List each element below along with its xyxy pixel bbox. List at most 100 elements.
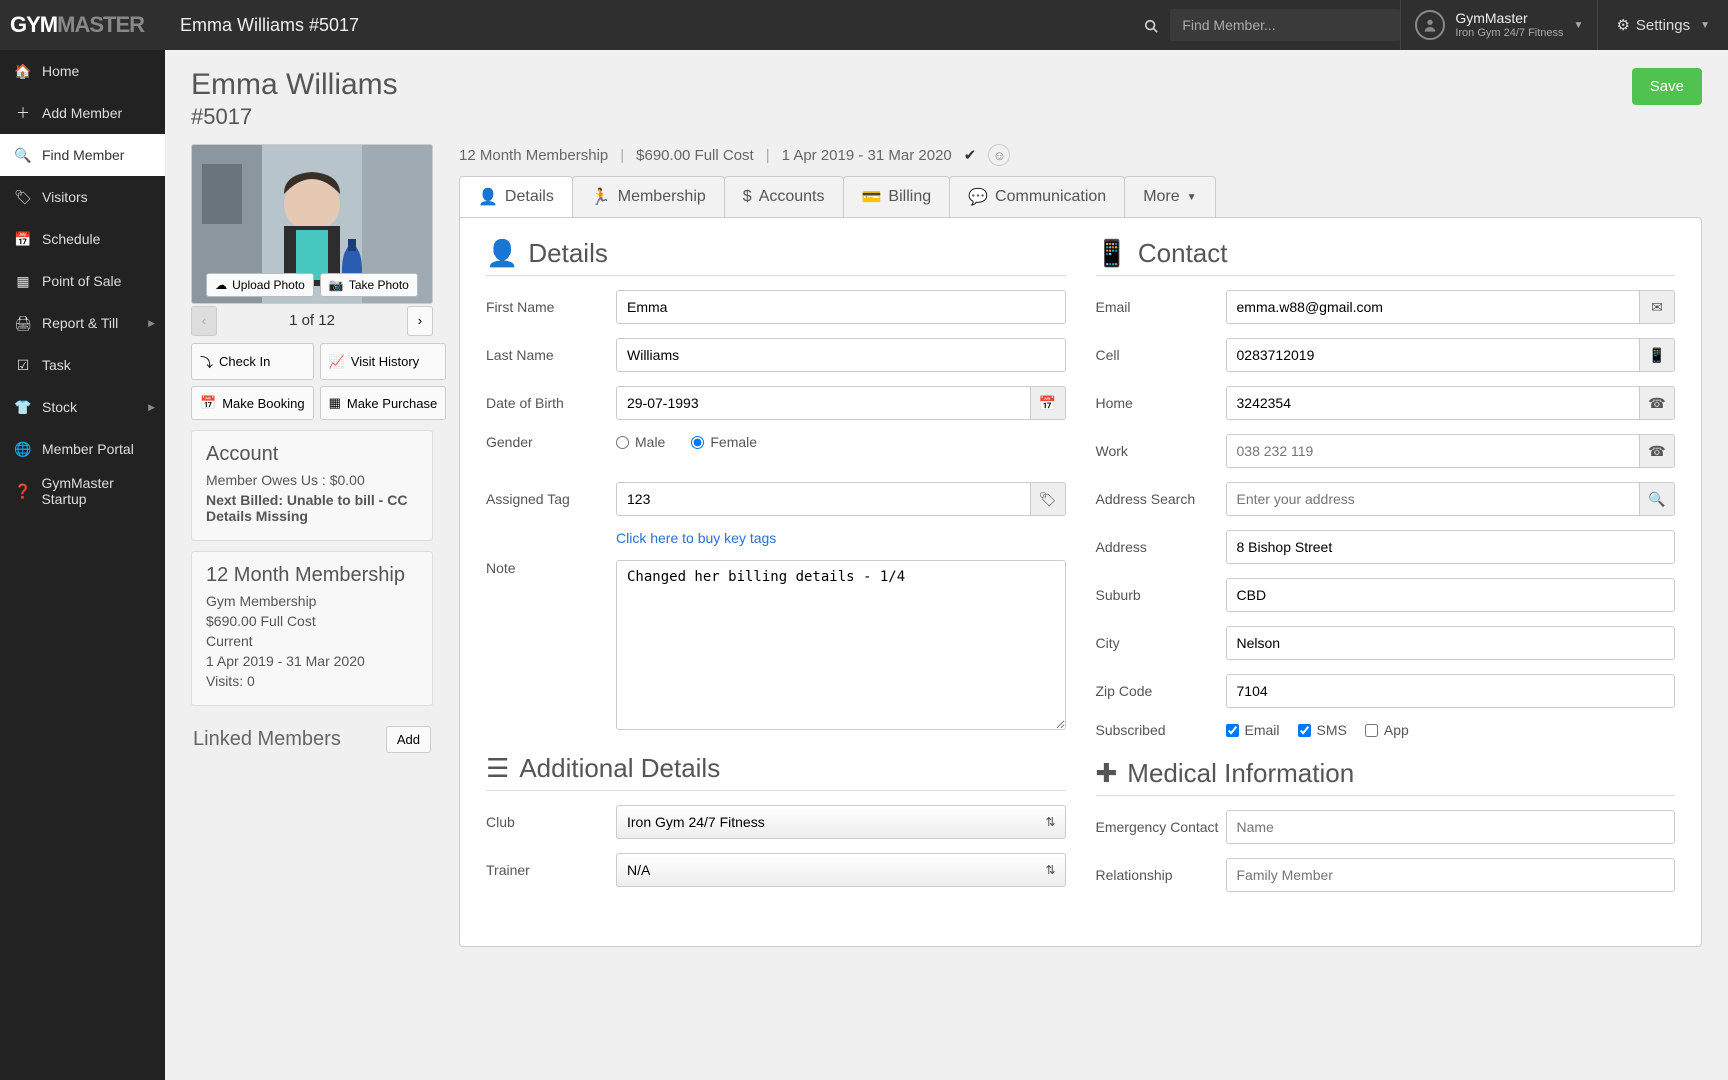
run-icon: 🏃 [591, 187, 611, 207]
envelope-icon[interactable]: ✉ [1640, 290, 1675, 324]
tab-more[interactable]: More ▼ [1124, 176, 1215, 217]
nav-schedule[interactable]: 📅Schedule [0, 218, 165, 260]
shirt-icon: 👕 [14, 399, 32, 416]
device-icon: 📱 [1096, 238, 1128, 269]
nav-report-till[interactable]: 🖨Report & Till▶ [0, 302, 165, 344]
nav-pos[interactable]: ▦Point of Sale [0, 260, 165, 302]
chevron-down-icon: ▼ [1187, 192, 1197, 203]
emoji-button[interactable]: ☺ [988, 144, 1010, 166]
upload-photo-button[interactable]: ☁Upload Photo [206, 273, 314, 297]
user-menu[interactable]: GymMaster Iron Gym 24/7 Fitness ▼ [1400, 0, 1597, 50]
mobile-icon[interactable]: 📱 [1640, 338, 1675, 372]
calendar-icon[interactable]: 📅 [1031, 386, 1066, 420]
buy-key-tags-link[interactable]: Click here to buy key tags [616, 530, 776, 546]
photo-prev-button[interactable]: ‹ [191, 306, 217, 336]
enter-icon: ⤵ [200, 352, 213, 371]
tag-icon: 🏷 [14, 189, 32, 206]
visit-history-button[interactable]: 📈Visit History [320, 343, 447, 380]
nav-find-member[interactable]: 🔍Find Member [0, 134, 165, 176]
avatar-icon [1415, 10, 1445, 40]
zip-field[interactable] [1226, 674, 1676, 708]
city-field[interactable] [1226, 626, 1676, 660]
calendar-icon: 📅 [200, 395, 216, 411]
member-number: #5017 [191, 104, 398, 130]
nav-visitors[interactable]: 🏷Visitors [0, 176, 165, 218]
user-name: GymMaster [1455, 10, 1563, 27]
search-icon: 🔍 [14, 147, 32, 164]
subscribed-sms-checkbox[interactable]: SMS [1298, 722, 1347, 738]
make-booking-button[interactable]: 📅Make Booking [191, 386, 314, 420]
app-logo: GYMMASTER [0, 0, 165, 50]
home-phone-field[interactable] [1226, 386, 1641, 420]
membership-summary: 12 Month Membership| $690.00 Full Cost| … [459, 144, 1702, 166]
suburb-field[interactable] [1226, 578, 1676, 612]
nav-home[interactable]: 🏠Home [0, 50, 165, 92]
address-field[interactable] [1226, 530, 1676, 564]
settings-menu[interactable]: ⚙ Settings ▼ [1597, 0, 1728, 50]
relationship-field[interactable] [1226, 858, 1676, 892]
tab-details[interactable]: 👤Details [459, 176, 573, 217]
globe-icon: 🌐 [14, 441, 32, 458]
address-search-field[interactable] [1226, 482, 1641, 516]
tab-accounts[interactable]: $Accounts [724, 176, 844, 217]
grid-icon: ▦ [14, 273, 32, 290]
tab-billing[interactable]: 💳Billing [843, 176, 951, 217]
chevron-down-icon: ▼ [1700, 20, 1710, 31]
make-purchase-button[interactable]: ▦Make Purchase [320, 386, 447, 420]
save-button[interactable]: Save [1632, 68, 1702, 105]
chat-icon: 💬 [968, 187, 988, 207]
tab-membership[interactable]: 🏃Membership [572, 176, 725, 217]
page-title: Emma Williams #5017 [165, 15, 359, 36]
chevron-right-icon: ▶ [148, 402, 155, 413]
search-icon[interactable] [1132, 17, 1170, 33]
check-icon: ✔ [964, 146, 977, 164]
tab-communication[interactable]: 💬Communication [949, 176, 1125, 217]
card-icon: 💳 [862, 187, 882, 207]
search-input[interactable] [1170, 9, 1400, 41]
first-name-field[interactable] [616, 290, 1066, 324]
member-photo: ☁Upload Photo 📷Take Photo [191, 144, 433, 304]
phone-icon[interactable]: ☎ [1640, 434, 1675, 468]
account-card[interactable]: Account Member Owes Us : $0.00 Next Bill… [191, 430, 433, 541]
check-in-button[interactable]: ⤵Check In [191, 343, 314, 380]
subscribed-email-checkbox[interactable]: Email [1226, 722, 1280, 738]
dollar-icon: $ [743, 188, 752, 206]
membership-card[interactable]: 12 Month Membership Gym Membership $690.… [191, 551, 433, 706]
photo-pager: 1 of 12 [289, 312, 335, 329]
subscribed-app-checkbox[interactable]: App [1365, 722, 1409, 738]
assigned-tag-field[interactable] [616, 482, 1031, 516]
take-photo-button[interactable]: 📷Take Photo [320, 273, 418, 297]
gender-male-radio[interactable]: Male [616, 434, 665, 450]
phone-icon[interactable]: ☎ [1640, 386, 1675, 420]
emergency-contact-field[interactable] [1226, 810, 1676, 844]
nav-stock[interactable]: 👕Stock▶ [0, 386, 165, 428]
last-name-field[interactable] [616, 338, 1066, 372]
note-field[interactable] [616, 560, 1066, 730]
calendar-icon: 📅 [14, 231, 32, 248]
linked-members-title: Linked Members [193, 728, 341, 751]
home-icon: 🏠 [14, 63, 32, 80]
photo-next-button[interactable]: › [407, 306, 433, 336]
cell-field[interactable] [1226, 338, 1641, 372]
camera-icon: 📷 [329, 278, 344, 292]
cloud-upload-icon: ☁ [215, 278, 227, 292]
search-icon[interactable]: 🔍 [1640, 482, 1675, 516]
grid-icon: ▦ [329, 395, 341, 411]
trainer-select[interactable] [616, 853, 1066, 887]
user-icon: 👤 [478, 187, 498, 207]
tag-icon[interactable]: 🏷 [1031, 482, 1066, 516]
check-icon: ☑ [14, 357, 32, 374]
gender-female-radio[interactable]: Female [691, 434, 757, 450]
dob-field[interactable] [616, 386, 1031, 420]
user-icon: 👤 [486, 238, 518, 269]
nav-startup[interactable]: ❓GymMaster Startup [0, 470, 165, 512]
work-phone-field[interactable] [1226, 434, 1641, 468]
add-linked-member-button[interactable]: Add [386, 726, 431, 753]
email-field[interactable] [1226, 290, 1641, 324]
club-select[interactable] [616, 805, 1066, 839]
chevron-down-icon: ▼ [1574, 20, 1584, 31]
plus-icon: ＋ [14, 103, 32, 123]
nav-member-portal[interactable]: 🌐Member Portal [0, 428, 165, 470]
nav-add-member[interactable]: ＋Add Member [0, 92, 165, 134]
nav-task[interactable]: ☑Task [0, 344, 165, 386]
